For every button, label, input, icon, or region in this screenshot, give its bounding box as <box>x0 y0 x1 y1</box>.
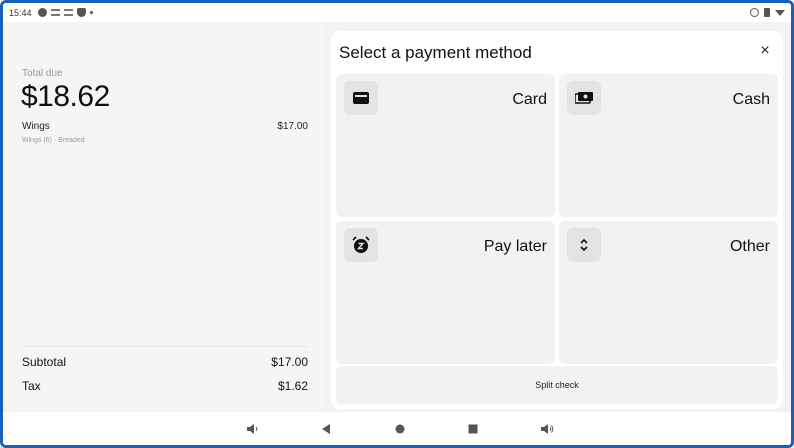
tax-value: $1.62 <box>277 379 308 393</box>
payment-method-sheet: Select a payment method × Card Cash Pay … <box>331 31 783 409</box>
line-item-name: Wings <box>22 121 50 132</box>
summary-divider <box>22 346 308 347</box>
tax-row: Tax $1.62 <box>22 379 308 393</box>
split-check-button[interactable]: Split check <box>336 366 778 404</box>
wifi-icon <box>775 9 785 16</box>
line-item-price: $17.00 <box>277 121 308 132</box>
payment-tile-label: Other <box>729 238 770 255</box>
home-icon[interactable] <box>393 422 407 436</box>
status-bar: 15:44 <box>3 3 791 22</box>
recents-icon[interactable] <box>466 422 480 436</box>
check-circle-icon <box>37 8 47 17</box>
total-due-label: Total due <box>22 68 63 79</box>
payment-tile-cash[interactable]: Cash <box>559 74 778 217</box>
navigation-bar <box>3 412 791 445</box>
subtotal-row: Subtotal $17.00 <box>22 355 308 369</box>
payment-tile-label: Card <box>512 91 547 108</box>
battery-icon <box>764 8 770 17</box>
back-icon[interactable] <box>319 422 333 436</box>
payment-tile-card[interactable]: Card <box>336 74 555 217</box>
payment-tile-label: Cash <box>732 91 770 108</box>
unfold-icon <box>567 228 601 262</box>
payment-tile-pay-later[interactable]: Pay later <box>336 221 555 364</box>
line-item-modifiers: Wings (6) · Breaded <box>22 137 85 144</box>
status-time: 15:44 <box>9 7 32 18</box>
close-button[interactable]: × <box>757 43 773 59</box>
total-due-amount: $18.62 <box>21 80 110 113</box>
sheet-title: Select a payment method <box>339 43 532 62</box>
payment-tile-label: Pay later <box>483 238 547 255</box>
shield-icon <box>76 8 86 17</box>
credit-card-icon <box>344 81 378 115</box>
status-right <box>750 8 785 17</box>
stack-icon-2 <box>63 9 73 16</box>
volume-down-icon[interactable] <box>245 422 259 436</box>
dot-icon <box>89 11 93 14</box>
device-frame: 15:44 Total due $18.62 Wings $17.00 Wing… <box>0 0 794 448</box>
subtotal-value: $17.00 <box>271 355 308 369</box>
order-summary-panel: Total due $18.62 Wings $17.00 Wings (6) … <box>6 22 324 415</box>
line-item: Wings $17.00 <box>22 121 308 132</box>
payment-tile-other[interactable]: Other <box>559 221 778 364</box>
stack-icon <box>50 9 60 16</box>
cash-icon <box>567 81 601 115</box>
subtotal-label: Subtotal <box>22 355 67 369</box>
tax-label: Tax <box>22 379 41 393</box>
volume-up-icon[interactable] <box>540 422 554 436</box>
alarm-snooze-icon <box>344 228 378 262</box>
alarm-icon <box>750 8 759 17</box>
